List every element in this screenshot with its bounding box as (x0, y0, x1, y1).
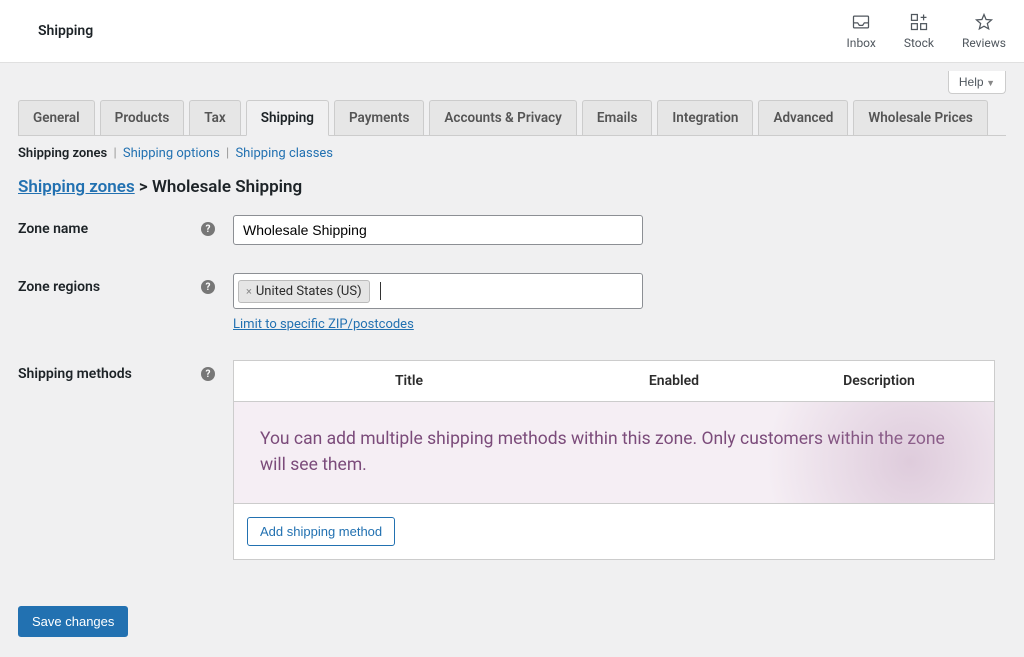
zone-regions-row: Zone regions ? × United States (US) Limi… (18, 273, 1006, 332)
zip-postcodes-link[interactable]: Limit to specific ZIP/postcodes (233, 317, 414, 332)
tab-advanced[interactable]: Advanced (758, 100, 848, 135)
methods-header: Title Enabled Description (234, 361, 994, 402)
shipping-methods-table: Title Enabled Description You can add mu… (233, 360, 995, 560)
tab-wholesale-prices[interactable]: Wholesale Prices (853, 100, 987, 135)
add-shipping-method-button[interactable]: Add shipping method (247, 517, 395, 546)
zone-name-label: Zone name ? (18, 215, 233, 237)
top-bar-actions: Inbox Stock Reviews (847, 12, 1006, 50)
star-icon (974, 12, 994, 32)
tab-emails[interactable]: Emails (582, 100, 653, 135)
help-icon[interactable]: ? (201, 367, 215, 381)
region-tag[interactable]: × United States (US) (238, 280, 370, 303)
help-button[interactable]: Help (948, 71, 1006, 94)
reviews-action[interactable]: Reviews (962, 12, 1006, 50)
breadcrumb-current: Wholesale Shipping (152, 177, 302, 197)
methods-footer: Add shipping method (234, 503, 994, 559)
help-icon[interactable]: ? (201, 280, 215, 294)
help-icon[interactable]: ? (201, 222, 215, 236)
inbox-icon (851, 12, 871, 32)
main-content: General Products Tax Shipping Payments A… (0, 100, 1024, 657)
subtab-options[interactable]: Shipping options (123, 146, 220, 161)
tab-shipping[interactable]: Shipping (246, 100, 329, 136)
col-title: Title (234, 373, 584, 389)
zone-regions-input[interactable]: × United States (US) (233, 273, 643, 309)
inbox-label: Inbox (847, 36, 876, 50)
help-row: Help (0, 63, 1024, 94)
zone-regions-field: × United States (US) Limit to specific Z… (233, 273, 643, 332)
save-changes-button[interactable]: Save changes (18, 606, 128, 637)
zone-name-input[interactable] (233, 215, 643, 245)
breadcrumb-link[interactable]: Shipping zones (18, 177, 135, 197)
tab-payments[interactable]: Payments (334, 100, 424, 135)
zone-name-field (233, 215, 643, 245)
tab-tax[interactable]: Tax (189, 100, 240, 135)
tab-general[interactable]: General (18, 100, 95, 135)
tab-integration[interactable]: Integration (657, 100, 753, 135)
settings-tabs: General Products Tax Shipping Payments A… (18, 100, 1006, 136)
methods-empty-message: You can add multiple shipping methods wi… (234, 402, 994, 503)
grid-add-icon (909, 12, 929, 32)
shipping-methods-row: Shipping methods ? Title Enabled Descrip… (18, 360, 1006, 560)
page-title: Shipping (38, 23, 93, 39)
zone-name-row: Zone name ? (18, 215, 1006, 245)
subtab-zones[interactable]: Shipping zones (18, 146, 107, 161)
reviews-label: Reviews (962, 36, 1006, 50)
region-tag-label: United States (US) (256, 284, 362, 299)
text-cursor (380, 282, 381, 300)
top-bar: Shipping Inbox Stock Reviews (0, 0, 1024, 63)
tab-products[interactable]: Products (100, 100, 185, 135)
shipping-methods-label: Shipping methods ? (18, 360, 233, 382)
col-enabled: Enabled (584, 373, 764, 389)
subtab-classes[interactable]: Shipping classes (235, 146, 333, 161)
stock-action[interactable]: Stock (904, 12, 934, 50)
breadcrumb: Shipping zones > Wholesale Shipping (18, 177, 1006, 197)
col-description: Description (764, 373, 994, 389)
remove-region-icon[interactable]: × (246, 285, 252, 298)
zone-regions-label: Zone regions ? (18, 273, 233, 295)
shipping-methods-field: Title Enabled Description You can add mu… (233, 360, 995, 560)
stock-label: Stock (904, 36, 934, 50)
shipping-subtabs: Shipping zones | Shipping options | Ship… (18, 136, 1006, 171)
inbox-action[interactable]: Inbox (847, 12, 876, 50)
tab-accounts[interactable]: Accounts & Privacy (429, 100, 576, 135)
